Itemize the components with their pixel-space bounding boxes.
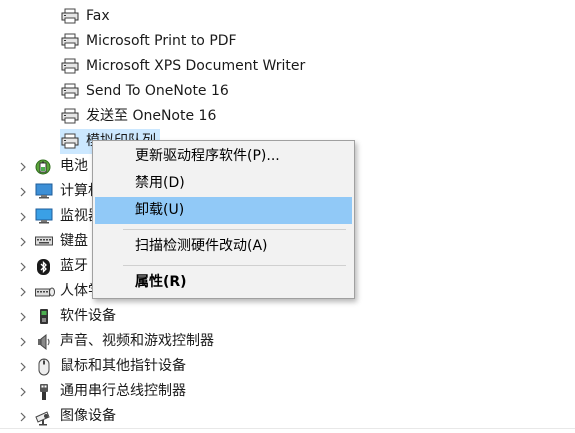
menu-item-disable[interactable]: 禁用(D)	[95, 170, 352, 197]
chevron-right-icon[interactable]	[16, 329, 34, 354]
battery-icon	[34, 154, 54, 179]
chevron-right-icon[interactable]	[16, 179, 34, 204]
tree-category-imaging[interactable]: 图像设备	[16, 404, 116, 429]
category-label: 蓝牙	[60, 258, 88, 274]
chevron-right-icon[interactable]	[16, 254, 34, 279]
category-label: 图像设备	[60, 408, 116, 424]
computer-icon	[34, 179, 54, 204]
menu-item-properties[interactable]: 属性(R)	[95, 269, 352, 296]
category-label: 鼠标和其他指针设备	[60, 358, 186, 374]
tree-item-printer[interactable]: Microsoft XPS Document Writer	[60, 54, 305, 79]
chevron-right-icon[interactable]	[16, 154, 34, 179]
bluetooth-icon	[34, 254, 54, 279]
tree-category-software-devices[interactable]: 软件设备	[16, 304, 116, 329]
context-menu: 更新驱动程序软件(P)... 禁用(D) 卸载(U) 扫描检测硬件改动(A) 属…	[92, 140, 355, 299]
tree-category-battery[interactable]: 电池	[16, 154, 88, 179]
chevron-right-icon[interactable]	[16, 354, 34, 379]
tree-category-keyboard[interactable]: 键盘	[16, 229, 88, 254]
printer-icon	[60, 104, 80, 129]
printer-icon	[60, 79, 80, 104]
camera-icon	[34, 404, 54, 429]
chevron-right-icon[interactable]	[16, 229, 34, 254]
usb-icon	[34, 379, 54, 404]
menu-item-update-driver[interactable]: 更新驱动程序软件(P)...	[95, 143, 352, 170]
category-label: 软件设备	[60, 308, 116, 324]
tree-category-computer[interactable]: 计算机	[16, 179, 102, 204]
menu-item-scan-hardware[interactable]: 扫描检测硬件改动(A)	[95, 233, 352, 260]
bottom-divider	[0, 428, 575, 429]
tree-item-printer[interactable]: 发送至 OneNote 16	[60, 104, 216, 129]
tree-item-printer[interactable]: Microsoft Print to PDF	[60, 29, 237, 54]
tree-item-printer[interactable]: Send To OneNote 16	[60, 79, 229, 104]
tree-category-mice[interactable]: 鼠标和其他指针设备	[16, 354, 186, 379]
menu-separator	[123, 265, 346, 266]
printer-icon	[60, 129, 80, 154]
category-label: 电池	[60, 158, 88, 174]
menu-separator	[123, 229, 346, 230]
printer-label: Send To OneNote 16	[86, 83, 229, 99]
chevron-right-icon[interactable]	[16, 204, 34, 229]
category-label: 键盘	[60, 233, 88, 249]
software-device-icon	[34, 304, 54, 329]
tree-item-printer[interactable]: Fax	[60, 4, 110, 29]
printer-label: Microsoft Print to PDF	[86, 33, 237, 49]
tree-category-monitor[interactable]: 监视器	[16, 204, 102, 229]
menu-item-uninstall[interactable]: 卸载(U)	[95, 197, 352, 224]
tree-category-bluetooth[interactable]: 蓝牙	[16, 254, 88, 279]
tree-category-usb[interactable]: 通用串行总线控制器	[16, 379, 186, 404]
printer-label: Microsoft XPS Document Writer	[86, 58, 306, 74]
category-label: 通用串行总线控制器	[60, 383, 186, 399]
speaker-icon	[34, 329, 54, 354]
hid-icon	[34, 279, 55, 304]
printer-icon	[60, 29, 80, 54]
printer-label: 发送至 OneNote 16	[86, 108, 217, 124]
printer-icon	[60, 54, 80, 79]
tree-category-sound-video-game[interactable]: 声音、视频和游戏控制器	[16, 329, 214, 354]
chevron-right-icon[interactable]	[16, 379, 34, 404]
chevron-right-icon[interactable]	[16, 279, 34, 304]
printer-icon	[60, 4, 80, 29]
printer-label: Fax	[86, 8, 110, 24]
category-label: 声音、视频和游戏控制器	[60, 333, 214, 349]
mouse-icon	[34, 354, 54, 379]
keyboard-icon	[34, 229, 54, 254]
chevron-right-icon[interactable]	[16, 404, 34, 429]
monitor-icon	[34, 204, 54, 229]
chevron-right-icon[interactable]	[16, 304, 34, 329]
